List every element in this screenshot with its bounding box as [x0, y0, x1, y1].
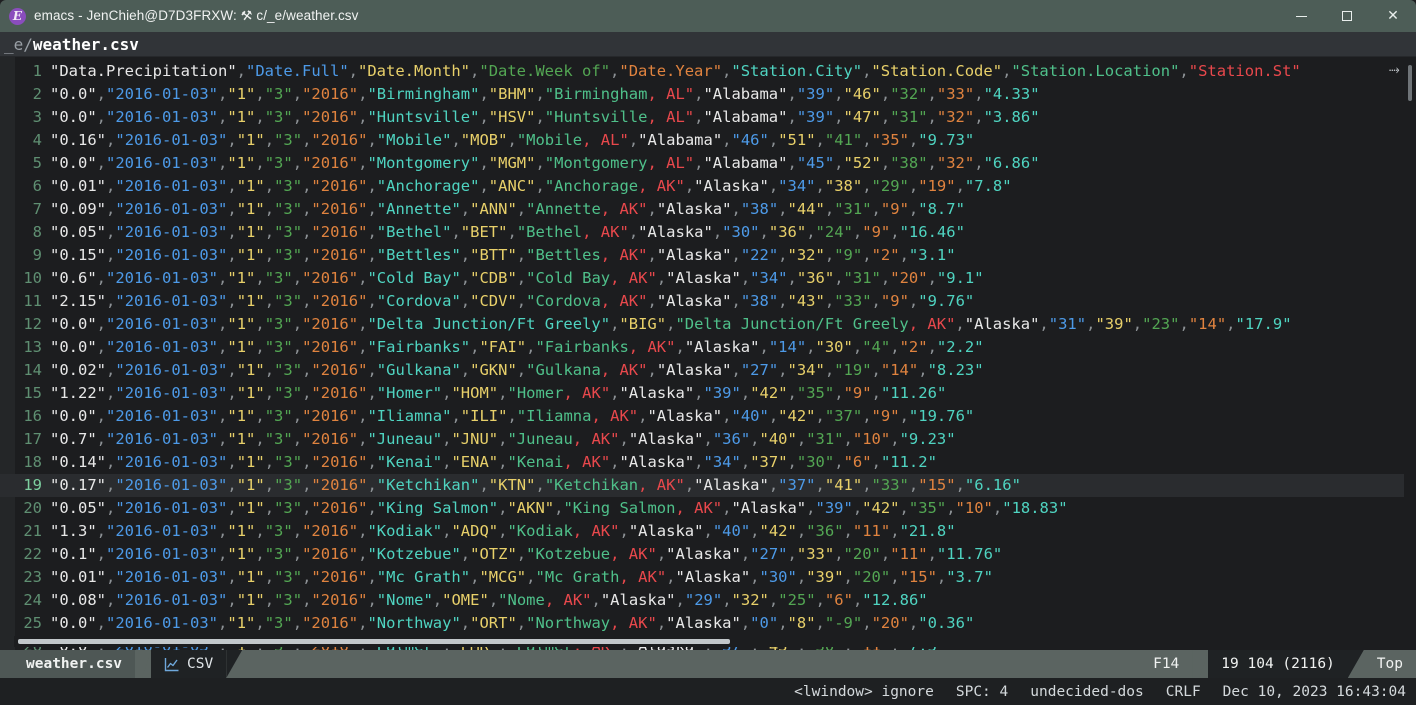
echo-key-binding: <lwindow> ignore: [794, 683, 934, 700]
horizontal-scrollbar-thumb[interactable]: [18, 639, 730, 644]
mode-line-major-mode[interactable]: CSV: [151, 650, 227, 678]
vertical-scrollbar-thumb[interactable]: [1408, 65, 1412, 101]
editor-buffer[interactable]: 1 "Data.Precipitation","Date.Full","Date.…: [0, 57, 1416, 650]
echo-datetime: Dec 10, 2023 16:43:04: [1222, 683, 1406, 700]
csv-text-content[interactable]: 1 "Data.Precipitation","Date.Full","Date.…: [0, 57, 1404, 650]
mode-line-scroll-state[interactable]: Top: [1363, 650, 1416, 678]
window-title-path: c/_e/weather.csv: [256, 8, 359, 23]
mode-line-separator-2: [226, 650, 243, 678]
window-title: emacs - JenChieh@D7D3FRXW: ⚒ c/_e/weathe…: [34, 7, 359, 24]
echo-coding-system[interactable]: undecided-dos: [1030, 684, 1144, 700]
maximize-button[interactable]: [1324, 0, 1370, 32]
truncation-arrow-icon: ⤑: [1388, 62, 1400, 78]
header-line-filename: weather.csv: [32, 34, 139, 54]
echo-area: <lwindow> ignore SPC: 4 undecided-dos CR…: [0, 678, 1416, 705]
window-title-bar: E emacs - JenChieh@D7D3FRXW: ⚒ c/_e/weat…: [0, 0, 1416, 32]
horizontal-scrollbar[interactable]: [14, 636, 1400, 647]
mode-line-major-mode-label: CSV: [187, 656, 214, 672]
mode-line-position[interactable]: 19 104 (2116): [1208, 650, 1348, 678]
window-controls: ✕: [1278, 0, 1416, 32]
maximize-icon: [1342, 11, 1352, 21]
header-line-dir: _e/: [4, 34, 33, 54]
vertical-scrollbar[interactable]: [1404, 57, 1416, 638]
header-line: _e/weather.csv: [0, 32, 1416, 57]
minimize-icon: [1295, 15, 1307, 17]
close-icon: ✕: [1387, 8, 1399, 24]
emacs-icon-letter: E: [12, 9, 23, 23]
emacs-icon: E: [9, 7, 26, 25]
mode-line-spacer: [242, 650, 1141, 678]
mode-line-separator-4: [1347, 650, 1364, 678]
window-title-app: emacs - JenChieh@D7D3FRXW:: [34, 8, 237, 23]
mode-line-separator-1: [135, 650, 152, 678]
mode-line: weather.csv CSV F14 19 104 (2116) Top: [0, 650, 1416, 678]
line-chart-icon: [164, 657, 179, 671]
echo-indentation[interactable]: SPC: 4: [956, 684, 1008, 700]
mode-line-function-key[interactable]: F14: [1140, 650, 1193, 678]
mode-line-separator-3: [1192, 650, 1209, 678]
mode-line-buffer-name[interactable]: weather.csv: [0, 650, 136, 678]
close-button[interactable]: ✕: [1370, 0, 1416, 32]
minimize-button[interactable]: [1278, 0, 1324, 32]
echo-line-ending[interactable]: CRLF: [1166, 684, 1201, 700]
hammer-icon: ⚒: [239, 7, 254, 24]
mode-line-right-group: F14 19 104 (2116) Top: [1140, 650, 1416, 678]
